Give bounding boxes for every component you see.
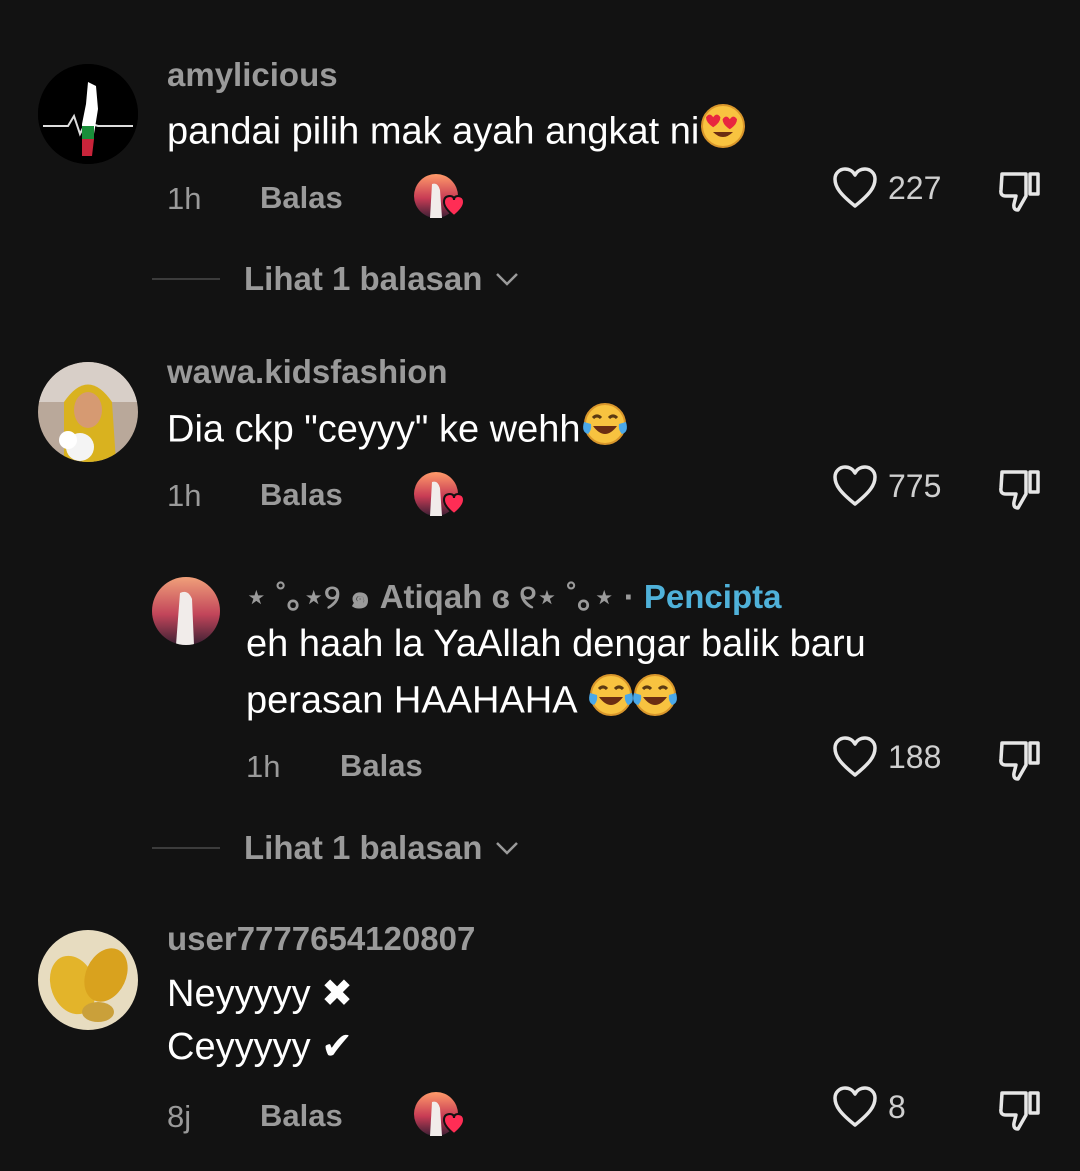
comment-text-line2: Ceyyyyy ✔ <box>167 1026 353 1068</box>
dislike-button[interactable] <box>996 735 1044 783</box>
comment-username[interactable]: amylicious <box>167 56 338 94</box>
avatar[interactable] <box>38 64 138 164</box>
chevron-down-icon <box>496 842 519 855</box>
avatar[interactable] <box>38 362 138 462</box>
thumbs-down-icon <box>999 741 1040 781</box>
reply-button[interactable]: Balas <box>260 1098 343 1134</box>
comment-username[interactable]: wawa.kidsfashion <box>167 353 448 391</box>
comment-text-line1: Neyyyyy ✖ <box>167 973 353 1015</box>
thumbs-down-icon <box>999 1091 1040 1131</box>
heart-outline-icon <box>833 1086 877 1127</box>
reply-button[interactable]: Balas <box>260 180 343 216</box>
comment-time: 1h <box>167 181 202 216</box>
divider <box>152 278 220 280</box>
laughing-tears-emoji-icon <box>580 400 630 463</box>
heart-outline-icon <box>833 167 877 208</box>
creator-badge: Pencipta <box>643 578 782 615</box>
dislike-button[interactable] <box>996 166 1044 214</box>
view-replies-label: Lihat 1 balasan <box>244 829 483 866</box>
like-button[interactable]: 8 <box>832 1085 906 1129</box>
like-button[interactable]: 188 <box>832 735 941 779</box>
reply-username[interactable]: ⋆ ˚｡⋆୨ ๑ Atiqah ɞ ୧⋆ ˚｡⋆ · Pencipta <box>246 570 781 623</box>
creator-liked-icon <box>412 470 466 522</box>
thumbs-down-icon <box>999 470 1040 510</box>
thumbs-down-icon <box>999 172 1040 212</box>
avatar[interactable] <box>38 930 138 1030</box>
comment-time: 8j <box>167 1099 192 1134</box>
creator-liked-icon <box>412 172 466 224</box>
heart-outline-icon <box>833 465 877 506</box>
comment-username[interactable]: user7777654120807 <box>167 920 475 958</box>
creator-liked-icon <box>412 1090 466 1142</box>
reply-button[interactable]: Balas <box>340 748 423 784</box>
reply-username-text: ⋆ ˚｡⋆୨ ๑ Atiqah ɞ ୧⋆ ˚｡⋆ · <box>246 578 635 615</box>
reply-text-line1: eh haah la YaAllah dengar balik baru <box>246 623 866 665</box>
dislike-button[interactable] <box>996 1085 1044 1133</box>
like-button[interactable]: 227 <box>832 166 941 210</box>
laughing-tears-emoji-icon <box>586 671 636 734</box>
comment-text: pandai pilih mak ayah angkat ni <box>167 102 747 165</box>
reply-time: 1h <box>246 749 281 784</box>
chevron-down-icon <box>496 273 519 286</box>
like-count: 775 <box>888 467 942 504</box>
view-replies-label: Lihat 1 balasan <box>244 260 483 297</box>
reply-button[interactable]: Balas <box>260 477 343 513</box>
laughing-tears-emoji-icon <box>630 671 680 734</box>
heart-outline-icon <box>833 736 877 777</box>
like-count: 188 <box>888 738 942 775</box>
like-button[interactable]: 775 <box>832 464 941 508</box>
divider <box>152 847 220 849</box>
dislike-button[interactable] <box>996 464 1044 512</box>
like-count: 8 <box>888 1088 906 1125</box>
view-replies-button[interactable]: Lihat 1 balasan <box>152 829 520 867</box>
like-count: 227 <box>888 169 942 206</box>
avatar[interactable] <box>152 577 220 645</box>
heart-eyes-emoji-icon <box>699 102 747 165</box>
view-replies-button[interactable]: Lihat 1 balasan <box>152 260 520 298</box>
reply-text-line2: perasan HAAHAHA <box>246 671 680 734</box>
comment-text: Dia ckp "ceyyy" ke wehh <box>167 400 630 463</box>
comment-time: 1h <box>167 478 202 513</box>
